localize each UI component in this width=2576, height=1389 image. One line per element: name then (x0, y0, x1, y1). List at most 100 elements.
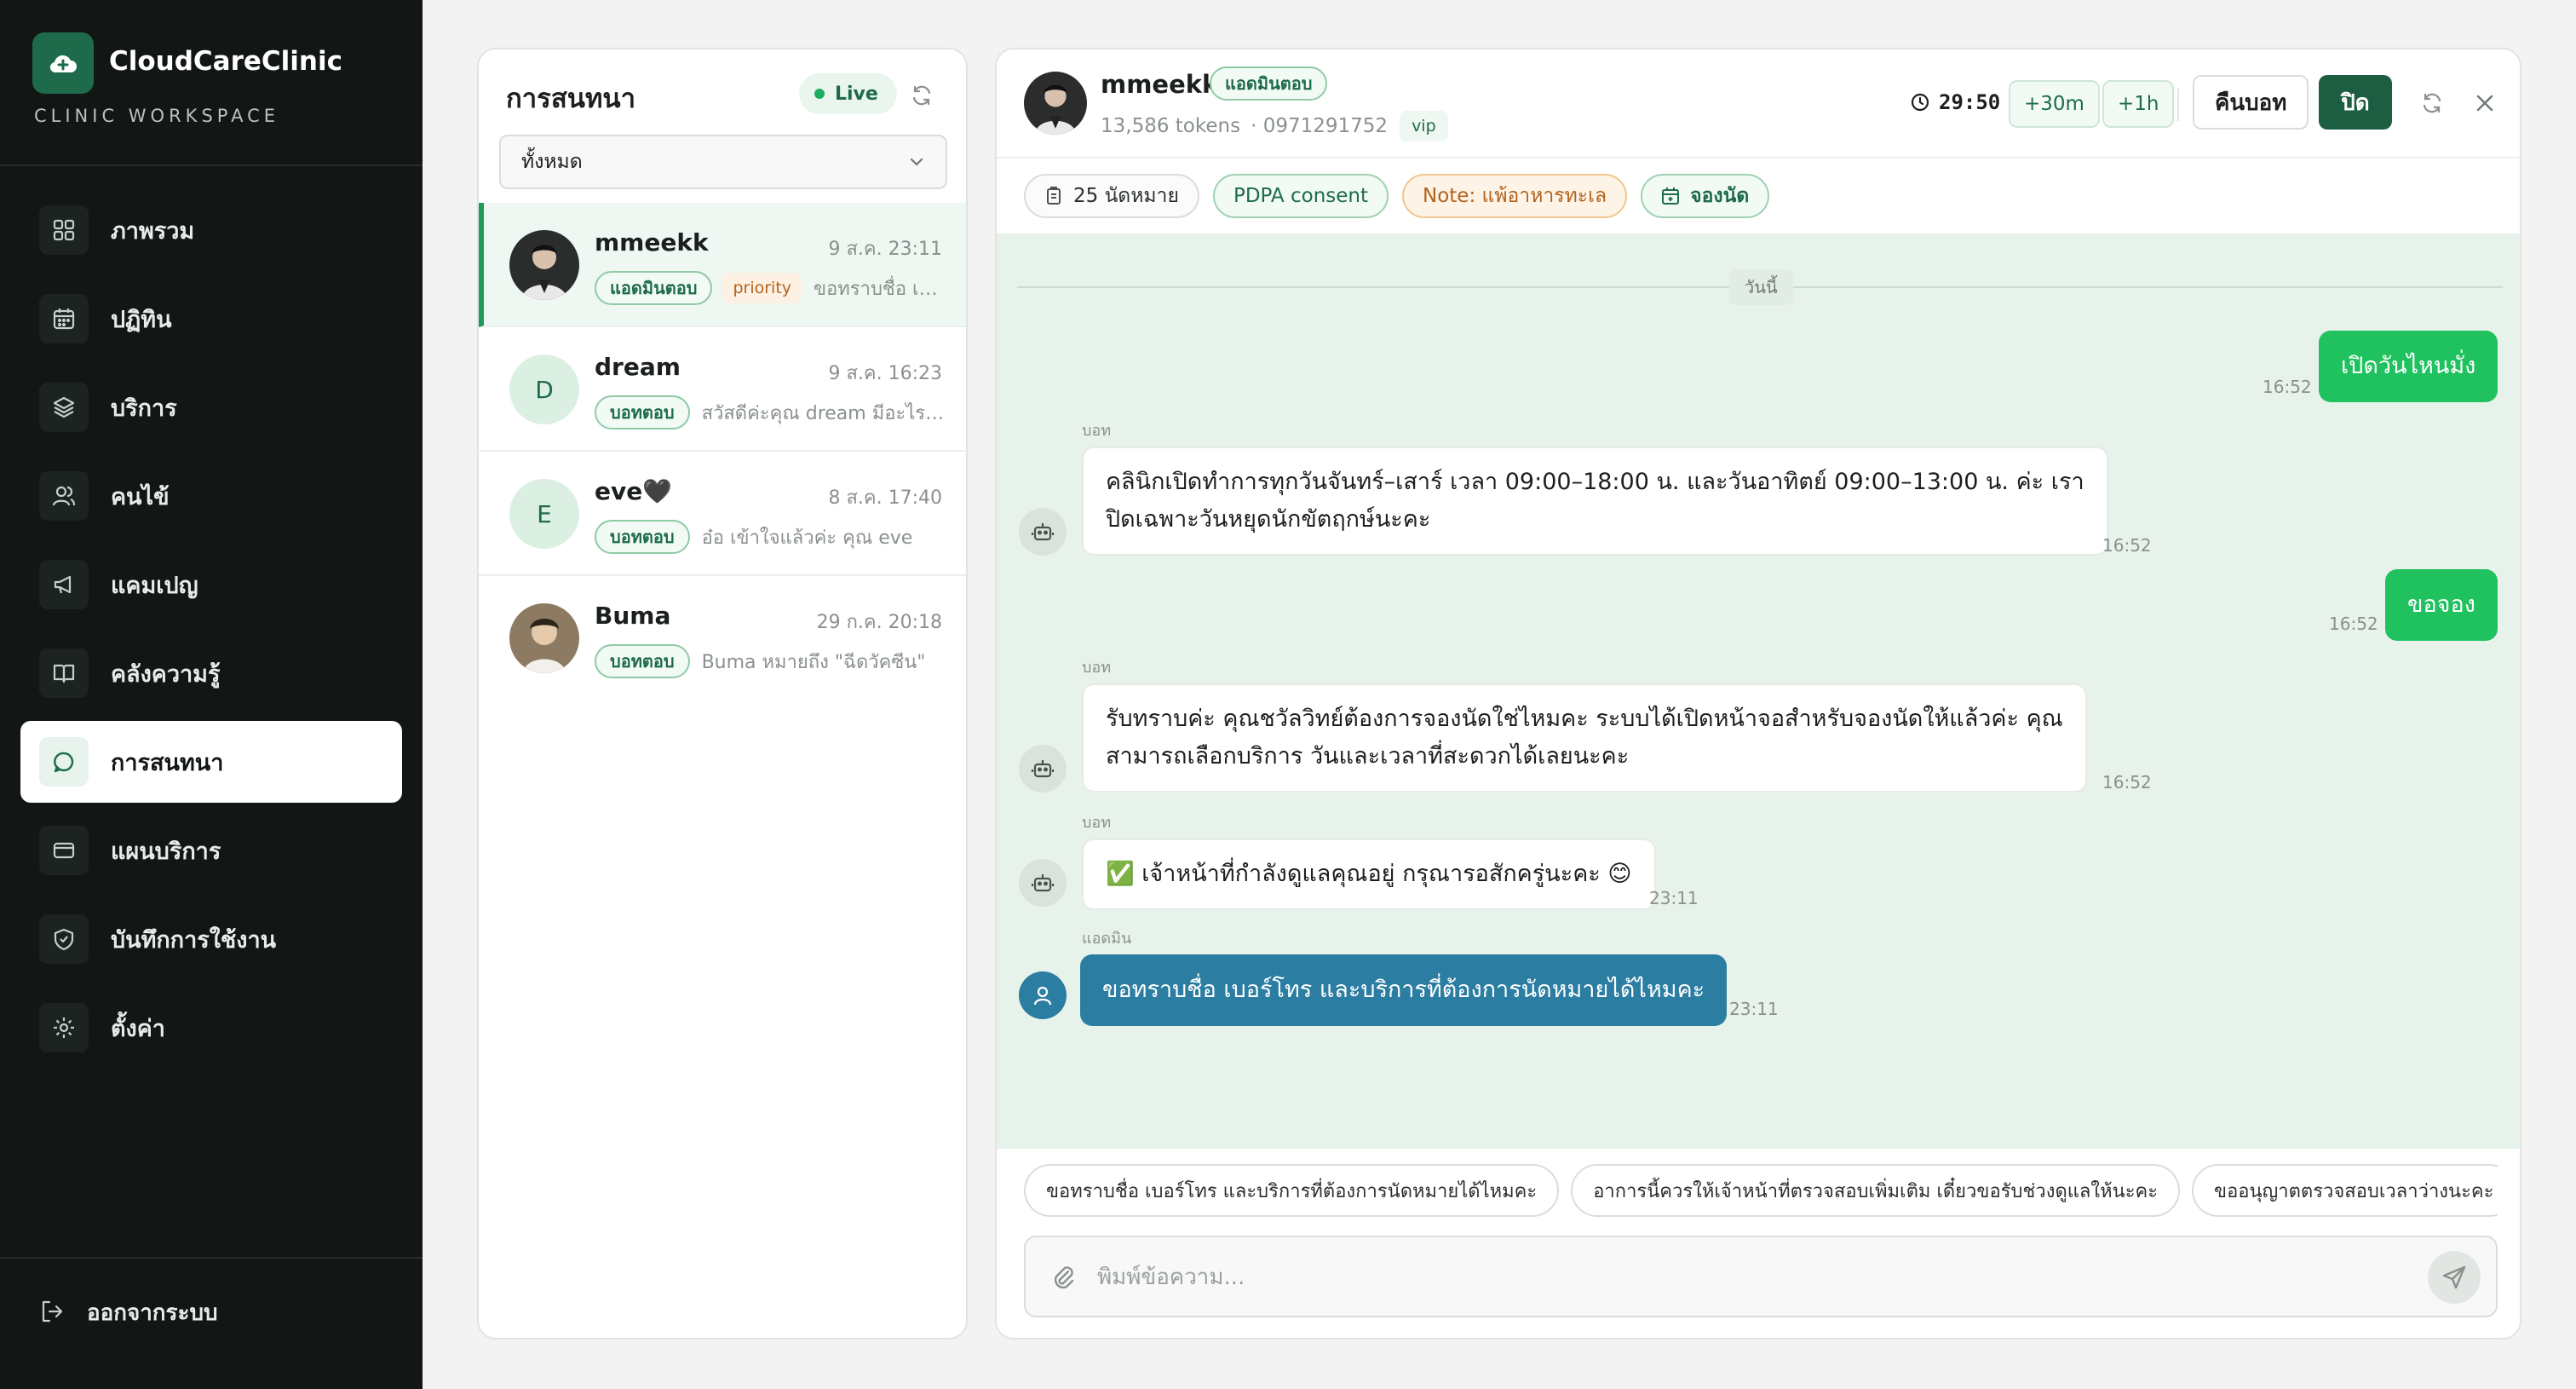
quick-reply-button[interactable]: ขออนุญาตตรวจสอบเวลาว่างนะคะ (2192, 1164, 2498, 1217)
message-time: 16:52 (2329, 614, 2378, 634)
sidebar-item-knowledge[interactable]: คลังความรู้ (20, 632, 402, 714)
bot-avatar (1019, 859, 1067, 907)
book-label: จองนัด (1690, 185, 1750, 207)
message-line: สามารถเลือกบริการ วันและเวลาที่สะดวกได้เ… (1106, 743, 1630, 769)
admin-avatar (1019, 971, 1067, 1019)
calendar-icon (39, 294, 89, 343)
sidebar-item-label: ภาพรวม (111, 217, 195, 245)
close-conversation-button[interactable]: ปิด (2319, 75, 2392, 130)
mode-badge: บอทตอบ (595, 644, 690, 678)
message-sender: บอท (1082, 814, 1112, 832)
appointments-chip[interactable]: 25 นัดหมาย (1024, 174, 1199, 218)
sidebar-item-overview[interactable]: ภาพรวม (20, 189, 402, 271)
conversation-item[interactable]: D dream 9 ส.ค. 16:23 บอทตอบ สวัสดีค่ะคุณ… (479, 327, 966, 452)
logout-icon (39, 1299, 65, 1328)
quick-reply-button[interactable]: ขอทราบชื่อ เบอร์โทร และบริการที่ต้องการน… (1024, 1164, 1560, 1217)
conversation-item[interactable]: E eve🖤 8 ส.ค. 17:40 บอทตอบ อ๋อ เข้าใจแล้… (479, 452, 966, 576)
grid-icon (39, 205, 89, 255)
pdpa-consent-chip[interactable]: PDPA consent (1212, 174, 1389, 218)
extend-1h-button[interactable]: +1h (2102, 80, 2175, 128)
close-chat-button[interactable] (2469, 87, 2501, 119)
conversation-name: dream (595, 353, 681, 381)
gear-icon (39, 1003, 89, 1052)
session-timer: 29:50 (1910, 90, 2000, 114)
allergy-note-chip[interactable]: Note: แพ้อาหารทะเล (1402, 174, 1628, 218)
user-icon (1033, 986, 1052, 1006)
extend-30m-button[interactable]: +30m (2009, 80, 2100, 128)
priority-badge: priority (722, 273, 802, 303)
appointments-label: 25 นัดหมาย (1073, 185, 1179, 207)
sidebar-item-services[interactable]: บริการ (20, 366, 402, 448)
quick-replies: ขอทราบชื่อ เบอร์โทร และบริการที่ต้องการน… (1024, 1164, 2498, 1217)
message-sender: บอท (1082, 659, 1112, 677)
send-button[interactable] (2428, 1251, 2481, 1304)
sidebar-item-activity-log[interactable]: บันทึกการใช้งาน (20, 898, 402, 980)
sidebar-item-label: คลังความรู้ (111, 660, 221, 688)
sidebar-nav: ภาพรวม ปฏิทิน บริการ คนไข้ แคมเปญ คลังคว… (20, 189, 402, 1075)
chat-header: mmeekk แอดมินตอบ 13,586 tokens · 0971291… (997, 49, 2520, 158)
conversation-time: 8 ส.ค. 17:40 (828, 487, 942, 509)
megaphone-icon (39, 560, 89, 609)
sidebar: CloudCareClinic CLINIC WORKSPACE ภาพรวม … (0, 0, 423, 1389)
brand: CloudCareClinic CLINIC WORKSPACE (32, 32, 390, 135)
bot-icon (1031, 523, 1055, 541)
send-icon (2442, 1265, 2466, 1289)
conversation-meta: บอทตอบ Buma หมายถึง "ฉีดวัคซีน" (595, 644, 946, 678)
sidebar-item-campaigns[interactable]: แคมเปญ (20, 544, 402, 625)
sidebar-item-plans[interactable]: แผนบริการ (20, 810, 402, 891)
chevron-down-icon (906, 152, 927, 177)
conversation-filter-select[interactable]: ทั้งหมด (499, 135, 947, 189)
paperclip-icon (1054, 1266, 1074, 1289)
conversation-item[interactable]: Buma 29 ก.ค. 20:18 บอทตอบ Buma หมายถึง "… (479, 576, 966, 700)
live-dot-icon (814, 89, 825, 99)
message-line: คลินิกเปิดทำการทุกวันจันทร์–เสาร์ เวลา 0… (1106, 469, 2084, 495)
date-label: วันนี้ (1729, 269, 1793, 305)
sidebar-item-label: ปฏิทิน (111, 306, 172, 333)
sidebar-item-label: บริการ (111, 395, 177, 422)
sidebar-item-settings[interactable]: ตั้งค่า (20, 987, 402, 1069)
quick-reply-button[interactable]: อาการนี้ควรให้เจ้าหน้าที่ตรวจสอบเพิ่มเติ… (1571, 1164, 2181, 1217)
conversation-preview: Buma หมายถึง "ฉีดวัคซีน" (701, 651, 926, 673)
book-appointment-chip[interactable]: จองนัด (1641, 174, 1770, 218)
logout-button[interactable]: ออกจากระบบ (39, 1295, 218, 1330)
mode-badge: แอดมินตอบ (1210, 66, 1328, 101)
conversation-preview: อ๋อ เข้าใจแล้วค่ะ คุณ eve (701, 527, 913, 549)
bot-icon (1031, 760, 1055, 778)
conversation-item[interactable]: mmeekk 9 ส.ค. 23:11 แอดมินตอบ priority ข… (479, 203, 966, 327)
attach-button[interactable] (1048, 1261, 1078, 1295)
shield-icon (39, 914, 89, 964)
refresh-chat-button[interactable] (2416, 87, 2448, 119)
chat-icon (39, 737, 89, 787)
avatar: E (509, 479, 579, 549)
user-message: เปิดวันไหนมั่ง (2319, 331, 2498, 402)
layers-icon (39, 383, 89, 432)
message-composer (1024, 1236, 2498, 1317)
sidebar-item-patients[interactable]: คนไข้ (20, 455, 402, 537)
brand-subtitle: CLINIC WORKSPACE (34, 106, 280, 126)
close-icon (2476, 95, 2493, 112)
conversation-meta: แอดมินตอบ priority ขอทราบชื่อ เบอร์โทร แ… (595, 271, 946, 305)
chat-contact-name: mmeekk (1101, 70, 1219, 99)
sidebar-item-conversations[interactable]: การสนทนา (20, 721, 402, 803)
timer-value: 29:50 (1939, 90, 2001, 114)
users-icon (39, 471, 89, 521)
mode-badge: บอทตอบ (595, 520, 690, 554)
conversation-time: 9 ส.ค. 16:23 (828, 363, 942, 384)
card-icon (39, 826, 89, 875)
message-input[interactable] (1097, 1249, 2392, 1305)
return-to-bot-button[interactable]: คืนบอท (2193, 75, 2309, 130)
token-count: 13,586 tokens (1101, 115, 1241, 137)
chat-panel: mmeekk แอดมินตอบ 13,586 tokens · 0971291… (995, 48, 2521, 1340)
avatar (509, 230, 579, 300)
phone-number: · 0971291752 (1251, 115, 1389, 137)
refresh-list-button[interactable] (905, 78, 939, 112)
sidebar-divider (0, 164, 423, 166)
vip-tag: vip (1400, 111, 1448, 141)
chat-contact-meta: 13,586 tokens · 0971291752 vip (1101, 111, 1448, 141)
conversation-preview: สวัสดีค่ะคุณ dream มีอะไรให้ช่วยคะ (701, 402, 946, 424)
sidebar-item-label: แคมเปญ (111, 572, 198, 599)
live-label: Live (835, 83, 878, 105)
sidebar-item-calendar[interactable]: ปฏิทิน (20, 278, 402, 360)
conversation-list-title: การสนทนา (506, 84, 635, 114)
sidebar-item-label: บันทึกการใช้งาน (111, 926, 277, 954)
